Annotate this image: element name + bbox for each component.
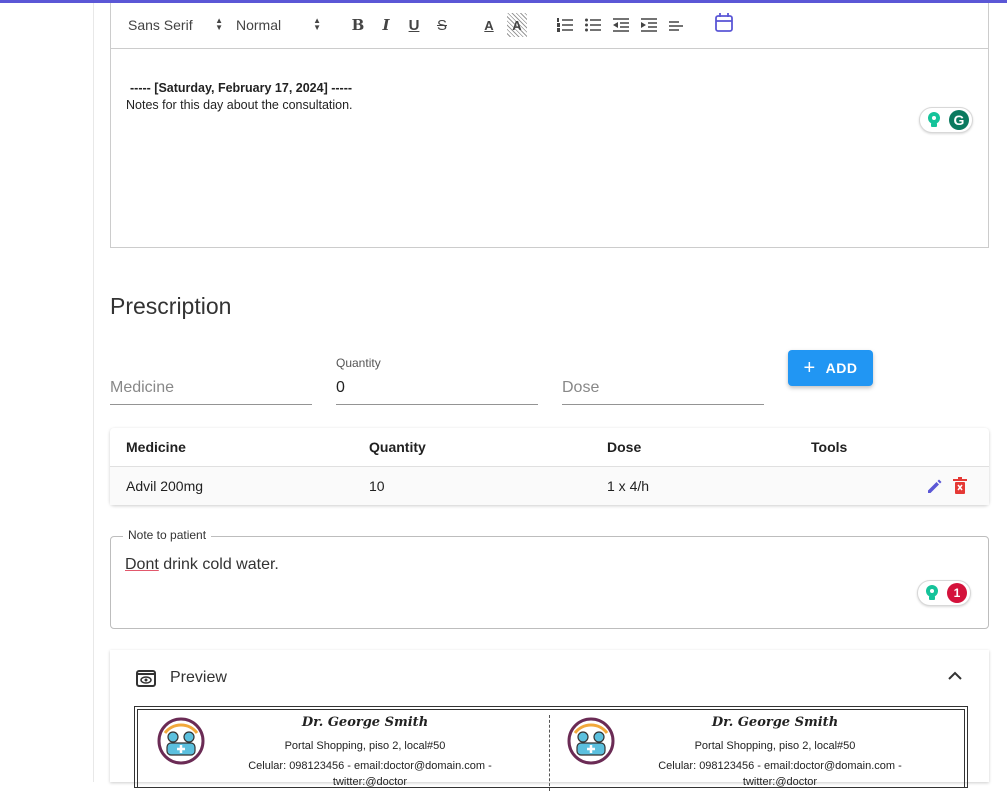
underline-icon: U	[408, 16, 420, 34]
prescription-title: Prescription	[110, 293, 232, 319]
grammarly-issue-count: 1	[947, 583, 967, 603]
select-arrows-icon: ▲ ▼	[215, 16, 223, 32]
doctor-name: Dr. George Smith	[301, 715, 429, 730]
text-color-button[interactable]: A	[479, 13, 499, 37]
note-to-patient-label: Note to patient	[123, 528, 212, 542]
chevron-up-icon[interactable]	[947, 668, 963, 684]
cell-medicine: Advil 200mg	[126, 478, 204, 494]
note-to-patient-field[interactable]: Note to patient Dont drink cold water. 1	[110, 528, 989, 629]
prescription-table: Medicine Quantity Dose Tools Advil 200mg…	[110, 428, 989, 505]
column-header-dose: Dose	[607, 439, 642, 455]
cell-quantity: 10	[369, 478, 385, 494]
grammarly-logo-icon: G	[949, 110, 969, 130]
delete-row-button[interactable]	[952, 477, 968, 498]
consultation-date-line: ----- [Saturday, February 17, 2024] ----…	[130, 81, 353, 95]
lightbulb-icon	[926, 585, 938, 600]
doctor-address: Portal Shopping, piso 2, local#50	[284, 740, 446, 752]
edit-row-button[interactable]	[926, 477, 944, 498]
font-family-value: Sans Serif	[128, 17, 193, 33]
strike-icon: S	[436, 16, 447, 34]
contact-line-1: Celular: 098123456 - email:doctor@domain…	[658, 760, 902, 772]
prescription-print-preview: Dr. George Smith Portal Shopping, piso 2…	[134, 706, 968, 791]
contact-line-2: twitter:@doctor	[332, 776, 408, 788]
font-family-select[interactable]: Sans Serif ▲ ▼	[128, 13, 223, 37]
bold-button[interactable]: B	[348, 13, 368, 37]
background-color-icon: A	[512, 17, 522, 33]
quantity-value: 0	[336, 379, 345, 396]
plus-icon: +	[803, 357, 816, 379]
medicine-field[interactable]: Medicine	[110, 352, 312, 405]
quantity-field[interactable]: Quantity 0	[336, 352, 538, 405]
background-color-button[interactable]: A	[507, 13, 527, 37]
bold-icon: B	[351, 16, 365, 34]
doctor-address: Portal Shopping, piso 2, local#50	[694, 740, 856, 752]
calendar-icon	[715, 13, 733, 32]
contact-line-2: twitter:@doctor	[742, 776, 818, 788]
bullet-list-icon	[585, 18, 601, 32]
preview-title: Preview	[170, 669, 227, 686]
grammarly-widget[interactable]: G	[919, 107, 973, 133]
table-header: Medicine Quantity Dose Tools	[110, 428, 989, 467]
text-color-icon: A	[484, 17, 494, 33]
select-arrows-icon: ▲ ▼	[313, 16, 321, 32]
note-text-rest: drink cold water.	[158, 556, 279, 573]
doctor-contact: Celular: 098123456 - email:doctor@domain…	[175, 758, 565, 790]
font-size-value: Normal	[236, 17, 282, 33]
italic-icon: I	[382, 16, 390, 34]
indent-icon	[641, 18, 657, 32]
font-size-select[interactable]: Normal ▲ ▼	[236, 13, 321, 37]
pencil-icon	[928, 479, 942, 493]
notes-editor[interactable]: Sans Serif ▲ ▼ Normal ▲ ▼ B I U S A A --…	[110, 3, 989, 248]
align-left-icon	[669, 21, 683, 31]
lightbulb-icon	[928, 112, 940, 127]
note-to-patient-text: Dont drink cold water.	[125, 556, 279, 574]
preview-icon	[136, 670, 156, 687]
doctor-name: Dr. George Smith	[711, 715, 839, 730]
column-header-medicine: Medicine	[126, 439, 186, 455]
underline-button[interactable]: U	[404, 13, 424, 37]
consultation-notes-line: Notes for this day about the consultatio…	[126, 98, 353, 112]
editor-toolbar: Sans Serif ▲ ▼ Normal ▲ ▼ B I U S A A	[111, 3, 988, 49]
contact-line-1: Celular: 098123456 - email:doctor@domain…	[248, 760, 492, 772]
trash-icon	[953, 477, 967, 494]
bullet-list-button[interactable]	[583, 13, 603, 37]
grammarly-widget[interactable]: 1	[917, 580, 971, 606]
doctor-contact: Celular: 098123456 - email:doctor@domain…	[585, 758, 975, 790]
indent-button[interactable]	[639, 13, 659, 37]
ordered-list-icon	[557, 18, 573, 32]
add-button-label: ADD	[825, 360, 858, 376]
align-button[interactable]	[667, 13, 687, 37]
quantity-label: Quantity	[336, 356, 381, 370]
ordered-list-button[interactable]	[555, 13, 575, 37]
table-row: Advil 200mg 10 1 x 4/h	[110, 467, 989, 505]
calendar-button[interactable]	[713, 11, 735, 35]
preview-panel: Preview Dr. George Smith Portal Shopping…	[110, 650, 989, 791]
misspelled-word: Dont	[125, 556, 159, 573]
medicine-placeholder: Medicine	[110, 379, 175, 396]
column-header-tools: Tools	[811, 439, 848, 455]
editor-content[interactable]: ----- [Saturday, February 17, 2024] ----…	[126, 81, 353, 112]
dose-field[interactable]: Dose	[562, 352, 764, 405]
outdent-icon	[613, 18, 629, 32]
cell-dose: 1 x 4/h	[607, 478, 650, 494]
strike-button[interactable]: S	[432, 13, 452, 37]
add-medicine-button[interactable]: + ADD	[788, 350, 873, 386]
outdent-button[interactable]	[611, 13, 631, 37]
italic-button[interactable]: I	[376, 13, 396, 37]
column-header-quantity: Quantity	[369, 439, 426, 455]
dose-placeholder: Dose	[562, 379, 600, 396]
left-panel	[0, 3, 94, 782]
